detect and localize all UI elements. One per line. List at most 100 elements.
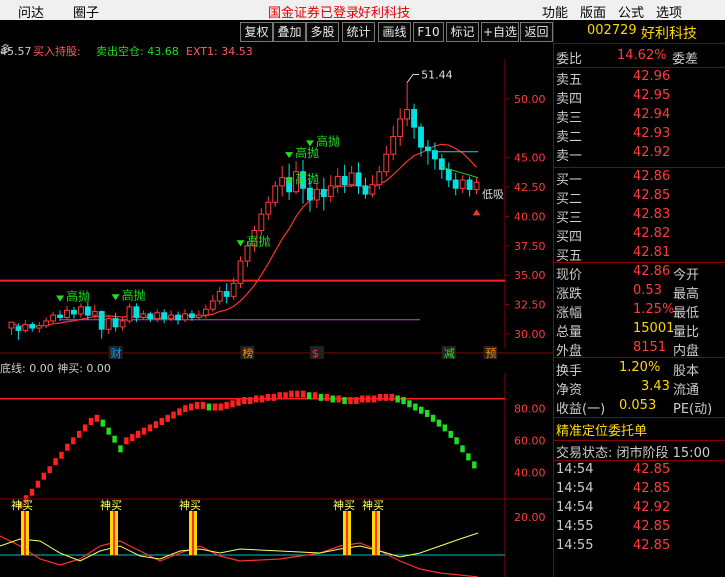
candle[interactable] [8, 321, 15, 329]
candle[interactable] [369, 184, 376, 195]
candle[interactable] [43, 320, 50, 327]
candle[interactable] [216, 291, 223, 302]
tick-row[interactable]: 14:54 42.85 [555, 462, 725, 481]
ask-row[interactable]: 卖三 42.94 [555, 107, 725, 126]
candle[interactable] [265, 201, 272, 215]
candle[interactable] [161, 312, 168, 320]
ask-row[interactable]: 卖五 42.96 [555, 69, 725, 88]
menu-function[interactable]: 功能 [542, 2, 568, 21]
candle[interactable] [334, 175, 341, 187]
stat2-row[interactable]: 换手 1.20% 股本 [555, 360, 725, 379]
stat-row[interactable]: 涨跌 0.53 最高 [555, 283, 725, 302]
candle[interactable] [64, 309, 70, 318]
ask-row[interactable]: 卖一 42.92 [555, 145, 725, 164]
candle[interactable] [71, 309, 77, 315]
candle[interactable] [147, 313, 154, 320]
candle[interactable] [258, 213, 265, 232]
candle[interactable] [348, 172, 355, 186]
order-title-row[interactable]: 精准定位委托单 [555, 420, 725, 439]
candle[interactable] [272, 185, 279, 203]
event-marker[interactable]: 财 [111, 346, 122, 360]
menu-layout[interactable]: 版面 [580, 2, 606, 21]
stat-row[interactable]: 外盘 8151 内盘 [555, 340, 725, 359]
multi-stock-button[interactable]: 多股 [306, 22, 339, 42]
candle[interactable] [202, 308, 209, 316]
candle[interactable] [119, 320, 126, 328]
candle[interactable] [313, 188, 320, 201]
candle[interactable] [98, 311, 105, 330]
event-marker[interactable]: 减 [444, 347, 455, 360]
menu-quanzi[interactable]: 圈子 [73, 2, 99, 21]
candle[interactable] [418, 126, 424, 148]
candle[interactable] [112, 318, 119, 328]
candle[interactable] [91, 311, 98, 316]
tick-row[interactable]: 14:55 42.85 [555, 519, 725, 538]
stat-row[interactable]: 总量 15001 量比 [555, 321, 725, 340]
candle[interactable] [307, 187, 313, 201]
bid-row[interactable]: 买二 42.85 [555, 188, 725, 207]
candle[interactable] [320, 188, 327, 197]
event-marker[interactable]: 预 [485, 347, 496, 360]
candle[interactable] [341, 175, 348, 186]
bid-row[interactable]: 买五 42.81 [555, 245, 725, 264]
candle[interactable] [140, 313, 147, 318]
bid-row[interactable]: 买三 42.83 [555, 207, 725, 226]
menu-formula[interactable]: 公式 [618, 2, 644, 21]
candle[interactable] [77, 306, 84, 315]
statistics-button[interactable]: 统计 [342, 22, 375, 42]
candle[interactable] [390, 136, 397, 155]
candle[interactable] [425, 146, 431, 152]
candle[interactable] [355, 172, 362, 187]
mark-button[interactable]: 标记 [446, 22, 479, 42]
candle[interactable] [397, 118, 404, 138]
menu-options[interactable]: 选项 [656, 2, 682, 21]
candle[interactable] [445, 168, 452, 181]
tick-row[interactable]: 14:55 42.85 [555, 538, 725, 557]
back-button[interactable]: 返回 [520, 22, 553, 42]
candle[interactable] [195, 314, 202, 318]
ask-row[interactable]: 卖四 42.95 [555, 88, 725, 107]
bid-row[interactable]: 买四 42.82 [555, 226, 725, 245]
candle[interactable] [279, 177, 286, 187]
candle[interactable] [133, 306, 140, 318]
candle[interactable] [237, 260, 244, 284]
ask-row[interactable]: 卖二 42.93 [555, 126, 725, 145]
overlay-button[interactable]: 叠加 [273, 22, 306, 42]
tick-row[interactable]: 14:54 42.92 [555, 500, 725, 519]
candle[interactable] [452, 179, 459, 189]
order-title[interactable]: 精准定位委托单 [556, 420, 647, 439]
candle[interactable] [154, 312, 161, 320]
candle[interactable] [105, 318, 112, 330]
candle[interactable] [404, 109, 411, 120]
candle[interactable] [473, 181, 480, 190]
event-marker[interactable]: $ [312, 347, 319, 360]
stat2-row[interactable]: 净资 3.43 流通 [555, 379, 725, 398]
candle[interactable] [168, 314, 175, 320]
event-marker[interactable]: 榜 [242, 346, 253, 360]
candle[interactable] [230, 282, 237, 297]
candle[interactable] [50, 314, 57, 322]
candle[interactable] [209, 300, 216, 310]
candle[interactable] [175, 314, 181, 321]
candle[interactable] [189, 313, 195, 318]
candle[interactable] [466, 179, 473, 190]
stat-row[interactable]: 涨幅 1.25% 最低 [555, 302, 725, 321]
fuquan-button[interactable]: 复权 [240, 22, 273, 42]
menu-wenda[interactable]: 问达 [18, 2, 44, 21]
candle[interactable] [126, 306, 133, 322]
candle[interactable] [182, 313, 188, 321]
tick-row[interactable]: 14:54 42.85 [555, 481, 725, 500]
candle[interactable] [22, 324, 29, 331]
candle[interactable] [362, 185, 369, 195]
candle[interactable] [29, 324, 36, 329]
candle[interactable] [15, 326, 22, 331]
candle[interactable] [223, 291, 230, 297]
candle[interactable] [57, 314, 63, 318]
candle[interactable] [411, 109, 417, 128]
candle[interactable] [383, 153, 390, 173]
f10-button[interactable]: F10 [413, 22, 444, 42]
candle[interactable] [36, 325, 43, 329]
candle[interactable] [327, 185, 334, 197]
chart-area[interactable]: 多 45.57 买入持股: 卖出空仓: 43.68 EXT1: 34.53 50… [0, 41, 553, 577]
candle[interactable] [84, 306, 91, 316]
